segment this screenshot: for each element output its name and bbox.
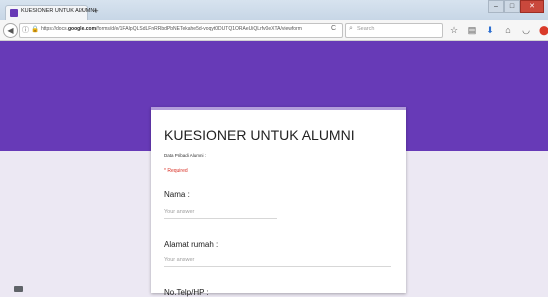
url-prefix: https://docs. bbox=[41, 26, 68, 32]
url-path: /forms/d/e/1FAIpQLSdLFnRRbdPbNETekahe5d-… bbox=[96, 26, 302, 32]
lock-icon: 🔒 bbox=[31, 26, 40, 33]
reload-icon[interactable]: C bbox=[331, 25, 336, 32]
new-tab-button[interactable]: + bbox=[90, 6, 102, 17]
pocket-icon[interactable]: ◡ bbox=[520, 24, 532, 36]
star-icon[interactable]: ☆ bbox=[448, 24, 460, 36]
download-icon[interactable]: ⬇ bbox=[484, 24, 496, 36]
url-bar[interactable]: ⓘ 🔒 https://docs.google.com/forms/d/e/1F… bbox=[19, 23, 343, 38]
feedback-icon[interactable] bbox=[14, 286, 23, 292]
back-arrow-icon[interactable]: ◀ bbox=[3, 23, 18, 38]
form-description: Data Pribadi Alumni : bbox=[164, 153, 207, 158]
maximize-button[interactable]: □ bbox=[504, 0, 520, 13]
window-controls: – □ ✕ bbox=[488, 0, 544, 13]
form-card: KUESIONER UNTUK ALUMNI Data Pribadi Alum… bbox=[151, 107, 406, 297]
tab-close-icon[interactable]: × bbox=[80, 7, 84, 14]
question-label-alamat: Alamat rumah : bbox=[164, 240, 219, 249]
tab-title: KUESIONER UNTUK ALUMNI bbox=[21, 8, 96, 14]
search-box[interactable]: ⌕ Search bbox=[345, 23, 443, 38]
required-note: * Required bbox=[164, 168, 188, 174]
answer-input-alamat[interactable]: Your answer bbox=[164, 257, 391, 267]
browser-tab[interactable]: KUESIONER UNTUK ALUMNI × bbox=[5, 5, 96, 21]
minimize-button[interactable]: – bbox=[488, 0, 504, 13]
answer-input-nama[interactable]: Your answer bbox=[164, 209, 277, 219]
browser-tab-bar: KUESIONER UNTUK ALUMNI × + – □ ✕ bbox=[0, 0, 548, 21]
search-placeholder: Search bbox=[357, 26, 375, 32]
adblock-icon[interactable]: ⬤ bbox=[538, 24, 548, 36]
navigation-bar: ◀ ⓘ 🔒 https://docs.google.com/forms/d/e/… bbox=[0, 20, 548, 41]
card-accent-bar bbox=[151, 107, 406, 110]
home-icon[interactable]: ⌂ bbox=[502, 24, 514, 36]
info-icon[interactable]: ⓘ bbox=[22, 25, 29, 35]
search-icon: ⌕ bbox=[349, 25, 353, 32]
google-forms-favicon-icon bbox=[10, 9, 18, 17]
browser-toolbar: ☆ ▤ ⬇ ⌂ ◡ ⬤ ≡ bbox=[448, 24, 548, 36]
bookmarks-icon[interactable]: ▤ bbox=[466, 24, 478, 36]
question-label-nama: Nama : bbox=[164, 190, 190, 199]
form-title: KUESIONER UNTUK ALUMNI bbox=[164, 127, 355, 143]
url-text[interactable]: https://docs.google.com/forms/d/e/1FAIpQ… bbox=[41, 26, 311, 32]
close-window-button[interactable]: ✕ bbox=[520, 0, 544, 13]
url-domain: google.com bbox=[67, 26, 97, 32]
